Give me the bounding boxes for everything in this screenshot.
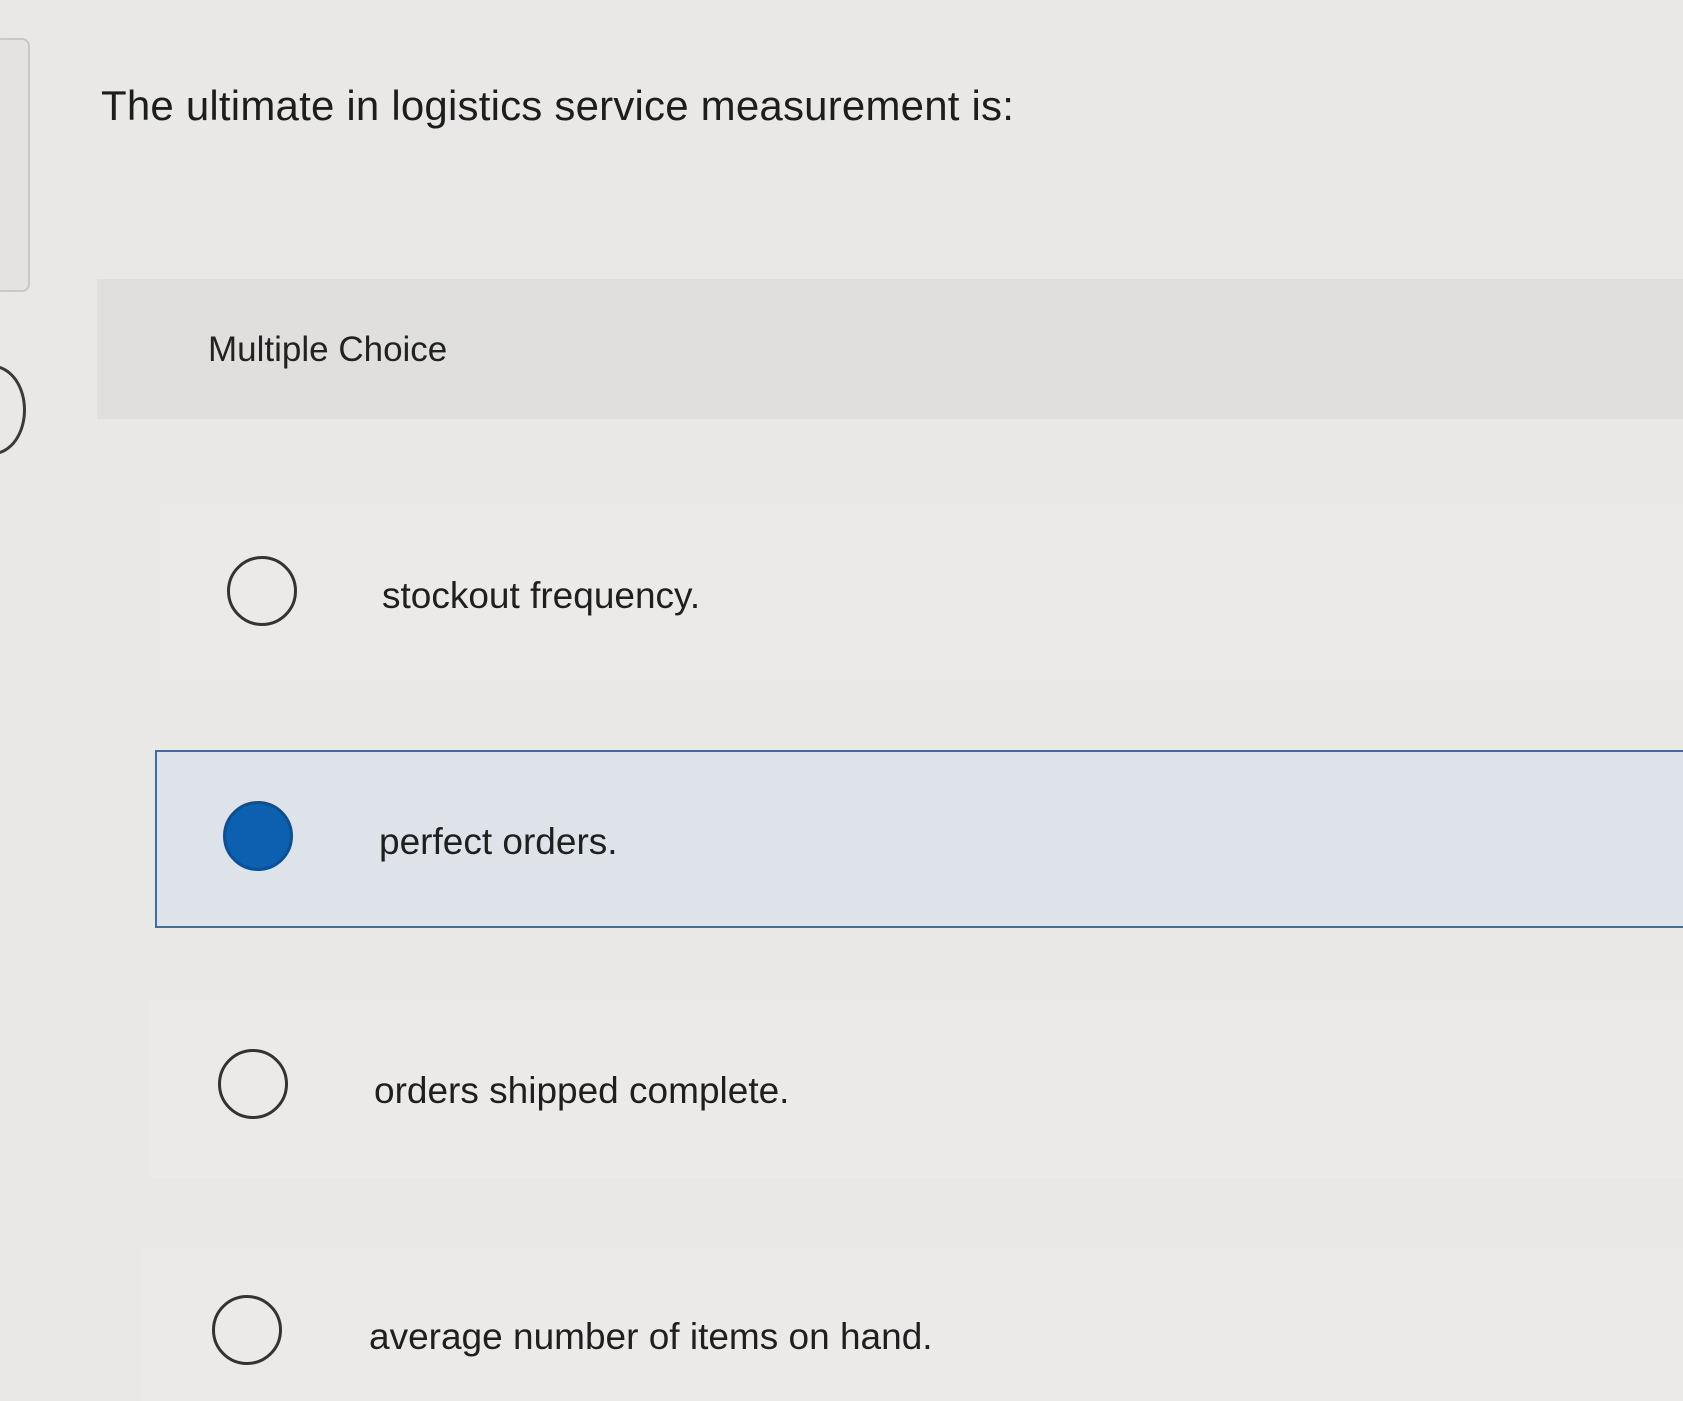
radio-button-unselected[interactable] [227,556,297,626]
option-orders-shipped-complete[interactable]: orders shipped complete. [148,1000,1683,1178]
option-label: orders shipped complete. [374,1070,790,1111]
question-text: The ultimate in logistics service measur… [101,82,1015,129]
side-panel-edge [0,38,30,292]
side-toggle-handle[interactable] [0,365,26,455]
question-type-label: Multiple Choice [208,330,448,369]
option-label: perfect orders. [379,821,618,862]
option-average-items-on-hand[interactable]: average number of items on hand. [142,1248,1683,1401]
radio-button-selected[interactable] [223,801,293,871]
option-label: average number of items on hand. [369,1316,933,1357]
radio-button-unselected[interactable] [212,1295,282,1365]
radio-button-unselected[interactable] [218,1049,288,1119]
option-perfect-orders[interactable]: perfect orders. [155,750,1683,928]
option-stockout-frequency[interactable]: stockout frequency. [160,503,1683,681]
option-label: stockout frequency. [382,575,701,616]
